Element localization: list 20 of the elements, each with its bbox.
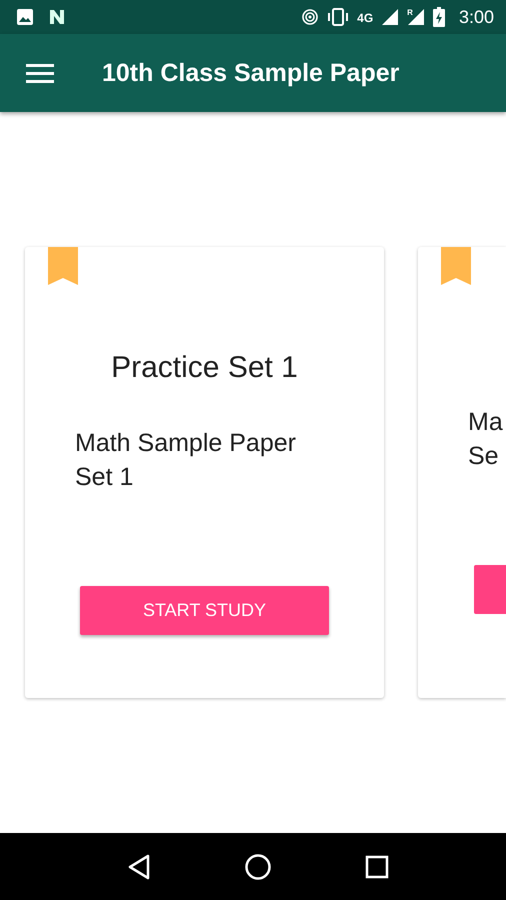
menu-icon[interactable]	[26, 63, 54, 83]
card-description: Se	[468, 441, 499, 472]
signal-icon	[381, 8, 400, 26]
signal-icon	[406, 8, 425, 26]
network-type: 4G	[357, 10, 374, 24]
home-icon[interactable]	[244, 852, 272, 880]
roaming-indicator: R	[407, 8, 413, 17]
back-icon[interactable]	[126, 854, 151, 880]
clock-time: 3:00	[458, 6, 494, 28]
n-logo-icon	[48, 8, 66, 26]
hotspot-icon	[301, 8, 320, 26]
vibrate-icon	[327, 8, 350, 26]
card-title: Practice Set 1	[110, 351, 299, 385]
image-icon	[16, 8, 34, 26]
battery-charging-icon	[432, 7, 445, 27]
card-description: Math Sample Paper Set 1	[75, 428, 297, 493]
recents-icon[interactable]	[365, 854, 390, 878]
card-description: Ma	[468, 407, 503, 438]
app-title: 10th Class Sample Paper	[102, 58, 400, 88]
start-study-button[interactable]: START STUDY	[80, 586, 329, 635]
